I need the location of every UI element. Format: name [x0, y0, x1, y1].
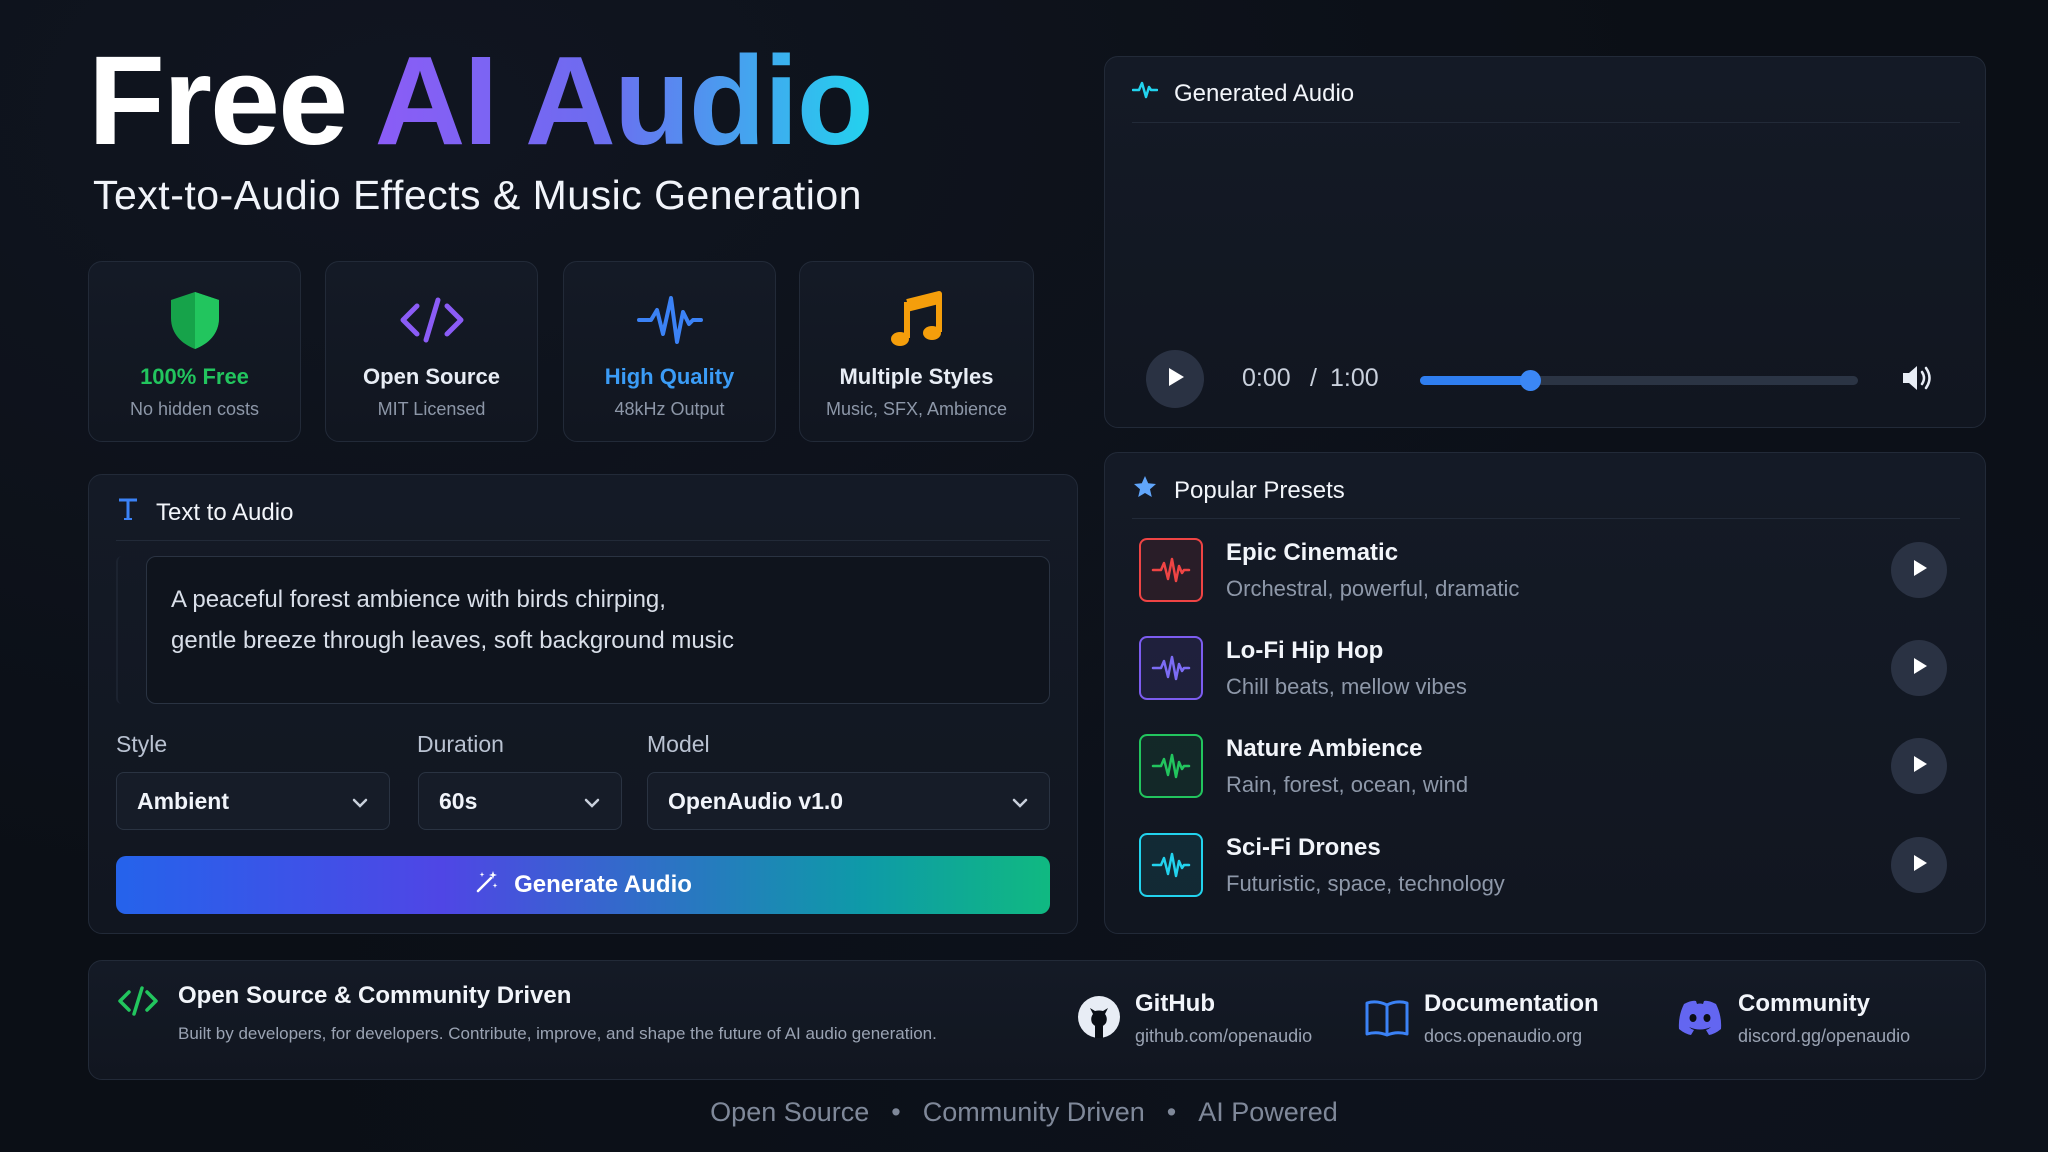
- github-link-url: github.com/openaudio: [1135, 1026, 1313, 1046]
- hero-title-ai-audio: AI Audio: [374, 30, 874, 171]
- github-link-title: GitHub: [1135, 990, 1215, 1017]
- prompt-edge: [116, 556, 122, 704]
- tagline-item: Open Source: [710, 1097, 870, 1127]
- audio-waveform: [1138, 174, 1954, 300]
- tagline: Open Source • Community Driven • AI Powered: [0, 1097, 2048, 1128]
- feature-title: Multiple Styles: [839, 364, 994, 389]
- preset-desc: Chill beats, mellow vibes: [1226, 674, 1467, 699]
- discord-icon: [1676, 998, 1724, 1041]
- hero-title: Free AI Audio: [88, 38, 874, 164]
- preset-desc: Orchestral, powerful, dramatic: [1226, 576, 1520, 601]
- hero-title-free: Free: [88, 30, 348, 171]
- feature-card-free: 100% Free No hidden costs: [88, 261, 301, 442]
- panel-divider: [1132, 518, 1960, 519]
- community-title: Open Source & Community Driven: [178, 982, 572, 1009]
- player-play-button[interactable]: [1146, 350, 1204, 408]
- prompt-line: A peaceful forest ambience with birds ch…: [171, 586, 666, 613]
- generate-audio-label: Generate Audio: [514, 871, 692, 898]
- preset-name: Lo-Fi Hip Hop: [1226, 637, 1384, 664]
- tagline-separator: •: [1166, 1097, 1177, 1127]
- tagline-separator: •: [891, 1097, 901, 1127]
- preset-waveform-icon: [1139, 734, 1203, 798]
- pulse-icon: [1131, 78, 1159, 109]
- presets-title: Popular Presets: [1174, 476, 1345, 504]
- current-time: 0:00: [1242, 364, 1291, 392]
- style-select[interactable]: Ambient: [116, 772, 390, 830]
- panel-divider: [1132, 122, 1960, 123]
- chevron-down-icon: [583, 788, 601, 815]
- preset-play-button[interactable]: [1891, 837, 1947, 893]
- preset-play-button[interactable]: [1891, 738, 1947, 794]
- preset-desc: Rain, forest, ocean, wind: [1226, 772, 1469, 797]
- duration-select[interactable]: 60s: [418, 772, 622, 830]
- code-icon: [116, 984, 160, 1023]
- chevron-down-icon: [351, 788, 369, 815]
- preset-play-button[interactable]: [1891, 640, 1947, 696]
- community-subtitle: Built by developers, for developers. Con…: [178, 1024, 937, 1043]
- play-icon: [1909, 753, 1929, 780]
- preset-play-button[interactable]: [1891, 542, 1947, 598]
- feature-subtitle: 48kHz Output: [614, 399, 725, 419]
- book-icon: [1364, 998, 1410, 1043]
- duration-select-value: 60s: [439, 787, 478, 814]
- progress-fill: [1420, 376, 1530, 385]
- documentation-link-url: docs.openaudio.org: [1424, 1026, 1583, 1046]
- generated-audio-title: Generated Audio: [1174, 79, 1355, 107]
- documentation-link-title: Documentation: [1424, 990, 1599, 1017]
- github-icon: [1076, 994, 1122, 1045]
- tagline-item: Community Driven: [922, 1097, 1145, 1127]
- hero-subtitle: Text-to-Audio Effects & Music Generation: [93, 172, 862, 218]
- prompt-textarea[interactable]: A peaceful forest ambience with birds ch…: [146, 556, 1050, 704]
- community-link-url: discord.gg/openaudio: [1738, 1026, 1911, 1046]
- preset-waveform-icon: [1139, 833, 1203, 897]
- star-icon: [1132, 474, 1158, 507]
- feature-title: Open Source: [363, 364, 500, 389]
- generated-audio-header: Generated Audio: [1131, 78, 1355, 109]
- text-to-audio-title: Text to Audio: [156, 498, 294, 526]
- feature-card-open-source: Open Source MIT Licensed: [325, 261, 538, 442]
- community-link-title: Community: [1738, 990, 1870, 1017]
- music-note-icon: [800, 288, 1033, 352]
- preset-name: Sci-Fi Drones: [1226, 834, 1381, 861]
- shield-icon: [89, 288, 300, 352]
- feature-subtitle: Music, SFX, Ambience: [825, 399, 1008, 419]
- chevron-down-icon: [1011, 788, 1029, 815]
- text-format-icon: [116, 496, 140, 529]
- style-label: Style: [116, 731, 168, 757]
- preset-waveform-icon: [1139, 538, 1203, 602]
- preset-waveform-icon: [1139, 636, 1203, 700]
- waveform-icon: [564, 288, 775, 352]
- total-time: 1:00: [1330, 364, 1379, 392]
- preset-name: Nature Ambience: [1226, 735, 1423, 762]
- preset-name: Epic Cinematic: [1226, 539, 1399, 566]
- time-separator: /: [1310, 364, 1317, 392]
- generate-audio-button[interactable]: Generate Audio: [116, 856, 1050, 914]
- presets-header: Popular Presets: [1132, 474, 1345, 507]
- duration-label: Duration: [417, 731, 504, 757]
- model-label: Model: [647, 731, 710, 757]
- code-icon: [326, 288, 537, 352]
- panel-divider: [116, 540, 1050, 541]
- preset-desc: Futuristic, space, technology: [1226, 871, 1505, 896]
- feature-card-high-quality: High Quality 48kHz Output: [563, 261, 776, 442]
- style-select-value: Ambient: [137, 787, 229, 814]
- feature-card-multiple-styles: Multiple Styles Music, SFX, Ambience: [799, 261, 1034, 442]
- prompt-line: gentle breeze through leaves, soft backg…: [171, 627, 735, 654]
- play-icon: [1909, 852, 1929, 879]
- volume-icon[interactable]: [1900, 362, 1936, 399]
- progress-track[interactable]: [1420, 370, 1858, 391]
- magic-wand-icon: [474, 869, 500, 902]
- progress-thumb[interactable]: [1519, 370, 1541, 391]
- tagline-item: AI Powered: [1198, 1097, 1338, 1127]
- play-icon: [1909, 557, 1929, 584]
- play-icon: [1909, 655, 1929, 682]
- play-icon: [1164, 365, 1186, 394]
- feature-subtitle: No hidden costs: [129, 399, 260, 419]
- model-select-value: OpenAudio v1.0: [668, 787, 844, 814]
- feature-title: High Quality: [604, 364, 735, 389]
- model-select[interactable]: OpenAudio v1.0: [647, 772, 1050, 830]
- text-to-audio-header: Text to Audio: [116, 496, 293, 529]
- feature-title: 100% Free: [140, 364, 249, 389]
- feature-subtitle: MIT Licensed: [377, 399, 486, 419]
